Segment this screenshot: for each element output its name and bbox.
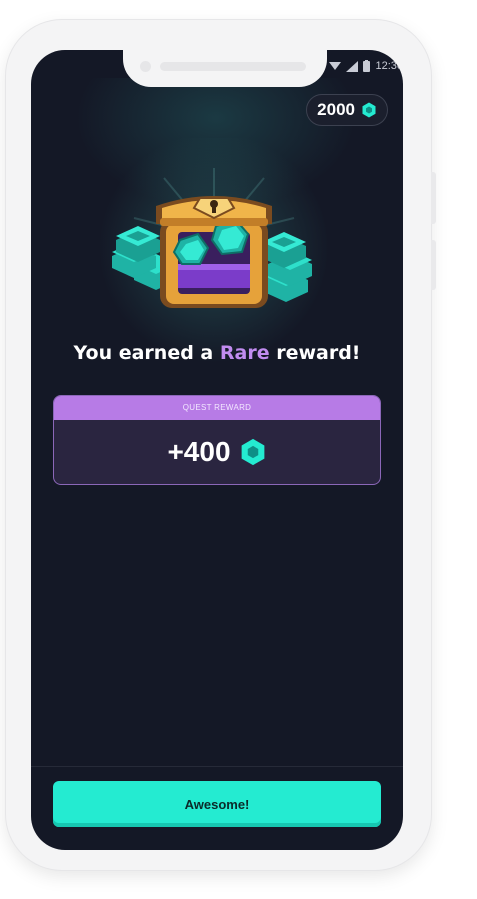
chest-graphic xyxy=(112,168,312,308)
phone-notch xyxy=(123,41,327,87)
rarity-label: Rare xyxy=(219,342,270,364)
quest-reward-card: QUEST REWARD +400 xyxy=(53,395,381,485)
camera-icon xyxy=(140,61,151,72)
signal-icon xyxy=(346,60,359,72)
reward-amount-row: +400 xyxy=(54,420,380,484)
reward-amount: +400 xyxy=(167,436,231,467)
balance-amount: 2000 xyxy=(317,100,355,119)
footer-divider xyxy=(31,766,403,767)
power-button xyxy=(431,240,436,290)
volume-button xyxy=(431,172,436,224)
gem-icon xyxy=(241,438,264,466)
reward-headline: You earned a Rare reward! xyxy=(31,342,403,364)
app-screen: 12:30 2000 You earned a Rare reward! QUE… xyxy=(31,50,403,850)
status-bar: 12:30 xyxy=(329,54,403,78)
treasure-chest-illustration xyxy=(64,138,364,368)
status-time: 12:30 xyxy=(375,60,403,72)
battery-icon xyxy=(363,60,371,72)
awesome-button[interactable]: Awesome! xyxy=(53,781,381,827)
balance-pill[interactable]: 2000 xyxy=(306,94,388,126)
gem-icon xyxy=(362,102,376,118)
headline-suffix: reward! xyxy=(269,342,361,364)
right-coin-stack xyxy=(262,232,312,302)
quest-reward-label: QUEST REWARD xyxy=(54,396,380,420)
headline-prefix: You earned a xyxy=(73,342,220,364)
wifi-icon xyxy=(329,62,342,70)
speaker-grille xyxy=(160,62,306,71)
